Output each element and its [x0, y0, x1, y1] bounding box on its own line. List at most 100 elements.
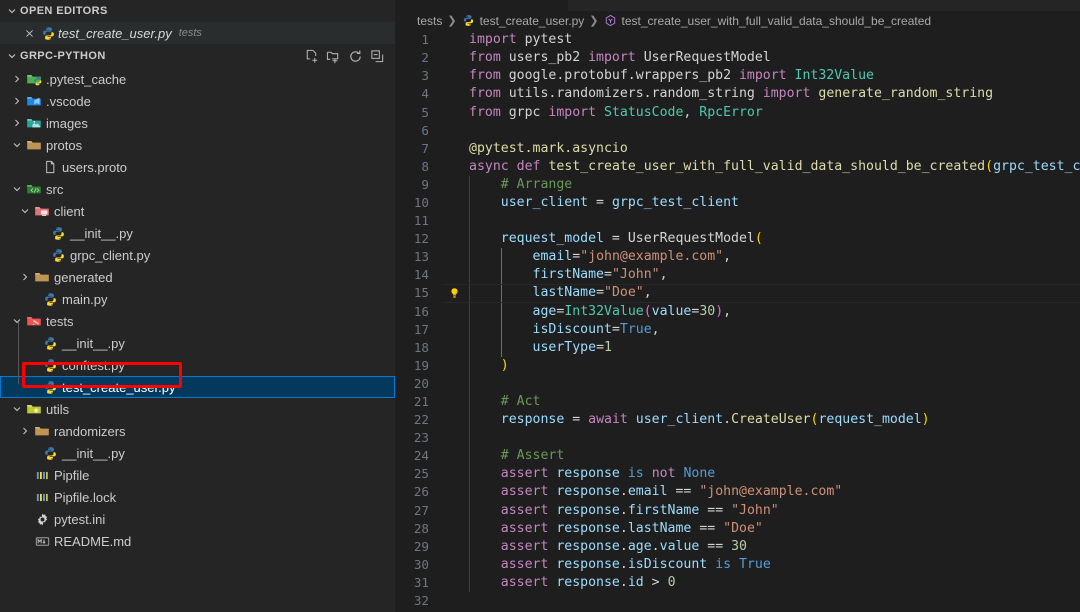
python-file-icon: [48, 248, 68, 263]
python-file-icon: [48, 226, 68, 241]
tree-file-pipfile-lock[interactable]: Pipfile.lock: [0, 486, 395, 508]
chevron-down-icon: [10, 183, 24, 195]
tree-folder--vscode[interactable]: .vscode: [0, 90, 395, 112]
tab-test-create-user[interactable]: [395, 0, 568, 11]
open-editors-list: test_create_user.py tests: [0, 22, 395, 44]
code-line[interactable]: 20: [395, 375, 1080, 393]
code-line[interactable]: 23: [395, 429, 1080, 447]
tree-folder-images[interactable]: images: [0, 112, 395, 134]
code-line[interactable]: 28 assert response.lastName == "Doe": [395, 520, 1080, 538]
tree-file--init-py[interactable]: __init__.py: [0, 222, 395, 244]
close-icon[interactable]: [20, 28, 38, 39]
markdown-icon: [32, 534, 52, 549]
breadcrumb-item-symbol[interactable]: test_create_user_with_full_valid_data_sh…: [604, 14, 931, 28]
tree-item-label: images: [46, 115, 88, 131]
code-text: from users_pb2 import UserRequestModel: [469, 50, 771, 66]
open-editors-pane-header[interactable]: OPEN EDITORS: [0, 0, 395, 22]
code-line[interactable]: 26 assert response.email == "john@exampl…: [395, 483, 1080, 501]
code-line[interactable]: 21 # Act: [395, 393, 1080, 411]
code-line[interactable]: 24 # Assert: [395, 447, 1080, 465]
tree-file-main-py[interactable]: main.py: [0, 288, 395, 310]
tree-file-readme-md[interactable]: README.md: [0, 530, 395, 552]
code-line[interactable]: 2 from users_pb2 import UserRequestModel: [395, 49, 1080, 67]
line-number: 12: [413, 231, 429, 247]
explorer-actions: [303, 48, 395, 64]
breadcrumb-label: tests: [417, 13, 443, 28]
code-line[interactable]: 14 firstName="John",: [395, 266, 1080, 284]
code-line[interactable]: 31 assert response.id > 0: [395, 574, 1080, 592]
code-line[interactable]: 6: [395, 122, 1080, 140]
code-line[interactable]: 10 user_client = grpc_test_client: [395, 194, 1080, 212]
code-line[interactable]: 8 async def test_create_user_with_full_va…: [395, 158, 1080, 176]
chevron-right-icon: [10, 95, 24, 107]
tree-file-grpc-client-py[interactable]: grpc_client.py: [0, 244, 395, 266]
code-line[interactable]: 1 import pytest: [395, 31, 1080, 49]
python-file-icon: [40, 336, 60, 351]
code-line[interactable]: 11: [395, 212, 1080, 230]
explorer-pane-header[interactable]: GRPC-PYTHON: [0, 45, 395, 67]
tree-file-conftest-py[interactable]: conftest.py: [0, 354, 395, 376]
line-number: 24: [413, 448, 429, 464]
explorer-folder-title: GRPC-PYTHON: [20, 50, 106, 62]
tree-file--init-py[interactable]: __init__.py: [0, 332, 395, 354]
tree-file-test-create-user-py[interactable]: test_create_user.py: [0, 376, 395, 398]
code-line[interactable]: 13 email="john@example.com",: [395, 248, 1080, 266]
tree-folder-generated[interactable]: generated: [0, 266, 395, 288]
code-editor[interactable]: 1 import pytest 2 from users_pb2 import Use…: [395, 31, 1080, 612]
tree-file--init-py[interactable]: __init__.py: [0, 442, 395, 464]
tree-file-pipfile[interactable]: Pipfile: [0, 464, 395, 486]
open-editor-item[interactable]: test_create_user.py tests: [0, 22, 395, 44]
tree-folder-src[interactable]: src: [0, 178, 395, 200]
tree-folder-tests[interactable]: tests: [0, 310, 395, 332]
gear-icon: [32, 512, 52, 527]
code-line[interactable]: 5 from grpc import StatusCode, RpcError: [395, 104, 1080, 122]
refresh-icon[interactable]: [347, 48, 363, 64]
code-line[interactable]: 18 userType=1: [395, 339, 1080, 357]
code-text: # Arrange: [469, 176, 573, 192]
python-file-icon: [38, 26, 58, 41]
tree-folder-randomizers[interactable]: randomizers: [0, 420, 395, 442]
code-text: import pytest: [469, 32, 573, 48]
new-file-icon[interactable]: [303, 48, 319, 64]
lightbulb-icon[interactable]: [443, 287, 465, 300]
tree-folder-utils[interactable]: utils: [0, 398, 395, 420]
line-number: 32: [413, 593, 429, 609]
code-line[interactable]: 9 # Arrange: [395, 176, 1080, 194]
code-line[interactable]: 4 from utils.randomizers.random_string im…: [395, 85, 1080, 103]
line-number: 16: [413, 303, 429, 319]
line-number: 7: [421, 140, 429, 156]
code-line[interactable]: 17 isDiscount=True,: [395, 321, 1080, 339]
tree-item-label: utils: [46, 401, 70, 417]
code-line[interactable]: 25 assert response is not None: [395, 465, 1080, 483]
new-folder-icon[interactable]: [325, 48, 341, 64]
tree-file-users-proto[interactable]: users.proto: [0, 156, 395, 178]
tree-item-label: Pipfile.lock: [54, 489, 117, 505]
code-line[interactable]: 3 from google.protobuf.wrappers_pb2 impor…: [395, 67, 1080, 85]
breadcrumb-item-folder[interactable]: tests: [417, 14, 442, 28]
code-line[interactable]: 27 assert response.firstName == "John": [395, 502, 1080, 520]
chevron-down-icon: [18, 205, 32, 217]
code-line[interactable]: 15 lastName="Doe",: [395, 284, 1080, 303]
tree-folder--pytest-cache[interactable]: .pytest_cache: [0, 68, 395, 90]
tree-item-label: randomizers: [54, 423, 126, 439]
code-line[interactable]: 12 request_model = UserRequestModel(: [395, 230, 1080, 248]
code-line[interactable]: 22 response = await user_client.CreateUs…: [395, 411, 1080, 429]
code-line[interactable]: 16 age=Int32Value(value=30),: [395, 303, 1080, 321]
code-text: assert response.id > 0: [500, 574, 676, 590]
vscode-window: OPEN EDITORS test_create_user.py tests G…: [0, 0, 1080, 612]
code-line[interactable]: 19 ): [395, 357, 1080, 375]
breadcrumb-item-file[interactable]: test_create_user.py: [462, 14, 584, 28]
code-line[interactable]: 29 assert response.age.value == 30: [395, 538, 1080, 556]
symbol-method-icon: [604, 14, 618, 28]
code-line[interactable]: 7 @pytest.mark.asyncio: [395, 140, 1080, 158]
tree-folder-protos[interactable]: protos: [0, 134, 395, 156]
tree-file-pytest-ini[interactable]: pytest.ini: [0, 508, 395, 530]
line-number: 31: [413, 574, 429, 590]
collapse-all-icon[interactable]: [369, 48, 385, 64]
tree-indent-guide: [18, 322, 19, 384]
code-line[interactable]: 30 assert response.isDiscount is True: [395, 556, 1080, 574]
tree-folder-client[interactable]: client: [0, 200, 395, 222]
tree-item-label: users.proto: [62, 159, 128, 175]
chevron-down-icon: [10, 403, 24, 415]
code-line[interactable]: 32: [395, 592, 1080, 610]
